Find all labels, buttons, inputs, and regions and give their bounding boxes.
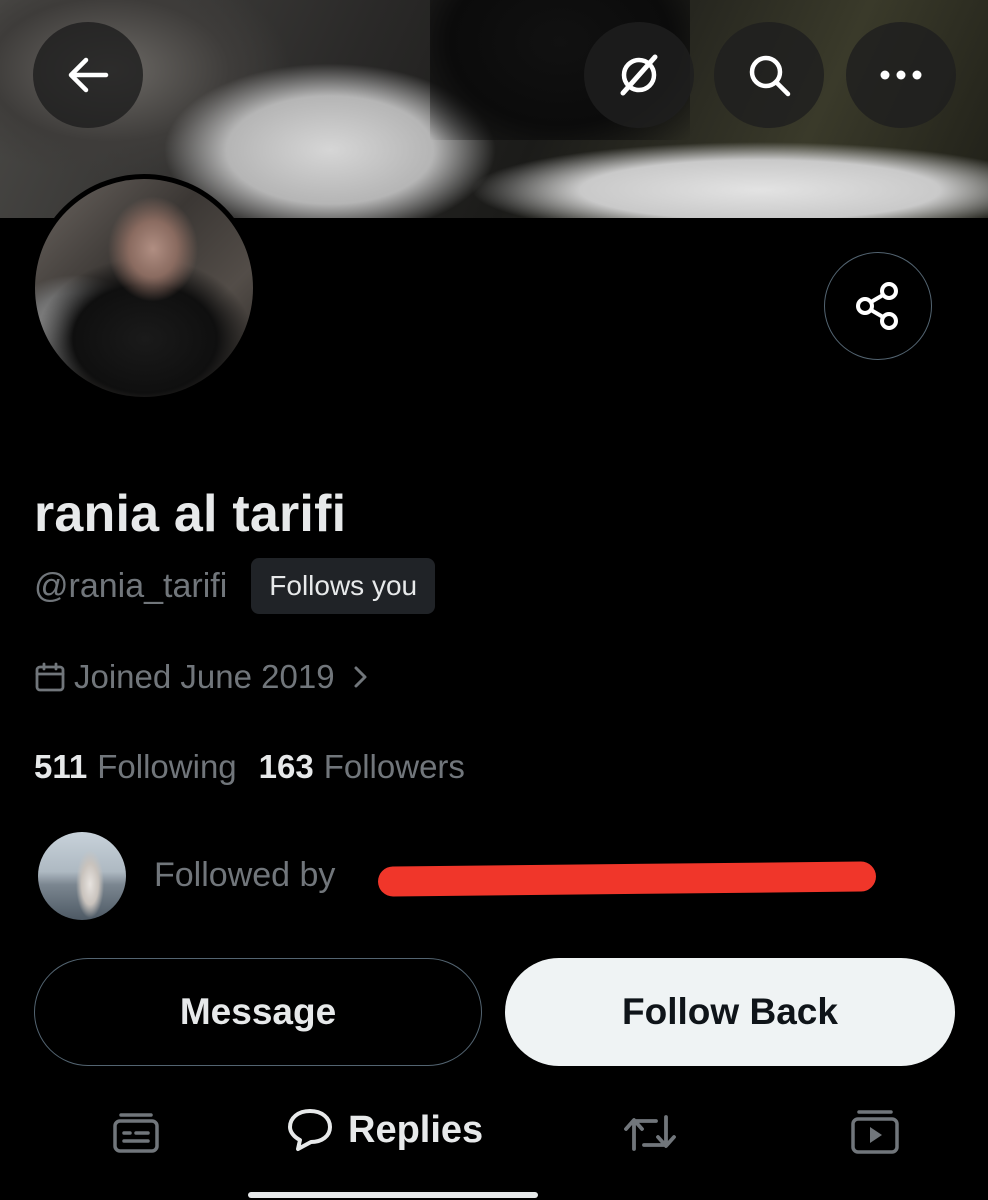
followed-by-row[interactable]: Followed by	[38, 830, 938, 920]
tab-media[interactable]	[850, 1107, 900, 1155]
followed-by-text: Followed by	[154, 856, 336, 894]
video-icon	[851, 1110, 899, 1154]
back-button[interactable]	[33, 22, 143, 128]
grok-button[interactable]	[584, 22, 694, 128]
share-icon	[856, 282, 898, 330]
tab-replies[interactable]: Replies	[286, 1107, 483, 1153]
tab-posts[interactable]	[112, 1111, 160, 1155]
profile-name: rania al tarifi	[34, 485, 347, 543]
followers-count: 163	[258, 748, 314, 785]
handle-row: @rania_tarifi Follows you	[34, 558, 436, 614]
more-icon	[880, 70, 922, 80]
followers-stat[interactable]: 163 Followers	[259, 748, 465, 786]
grok-icon	[620, 54, 658, 96]
tab-reposts[interactable]	[622, 1111, 678, 1155]
follow-stats: 511 Following 163 Followers	[34, 748, 465, 786]
more-button[interactable]	[846, 22, 956, 128]
speech-bubble-icon	[288, 1109, 332, 1151]
back-arrow-icon	[68, 57, 109, 93]
calendar-icon	[35, 662, 65, 692]
home-indicator	[248, 1192, 538, 1198]
following-label: Following	[97, 748, 237, 785]
follows-you-badge: Follows you	[251, 558, 436, 614]
profile-avatar[interactable]	[30, 174, 258, 402]
mutual-follower-avatar	[38, 832, 126, 920]
following-stat[interactable]: 511 Following	[34, 748, 237, 786]
message-button[interactable]: Message	[34, 958, 482, 1066]
share-button[interactable]	[824, 252, 932, 360]
profile-tab-bar: Replies	[0, 1095, 988, 1175]
profile-handle: @rania_tarifi	[34, 566, 228, 605]
joined-row[interactable]: Joined June 2019	[34, 658, 377, 696]
followers-label: Followers	[323, 748, 465, 785]
chevron-right-icon	[354, 666, 367, 688]
redaction-mark	[377, 861, 877, 897]
posts-icon	[113, 1113, 159, 1153]
repost-icon	[624, 1115, 676, 1151]
following-count: 511	[34, 748, 88, 785]
joined-date: Joined June 2019	[74, 658, 335, 695]
follow-back-button[interactable]: Follow Back	[505, 958, 955, 1066]
avatar-photo	[35, 179, 253, 397]
search-icon	[749, 55, 791, 97]
search-button[interactable]	[714, 22, 824, 128]
tab-replies-label: Replies	[348, 1108, 484, 1151]
